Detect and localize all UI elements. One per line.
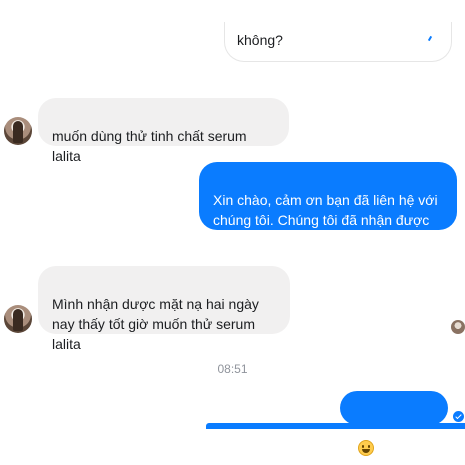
- message-bubble-outgoing[interactable]: dạ vâng ạ: [340, 391, 448, 456]
- message-timestamp: 08:51: [217, 362, 248, 376]
- customer-avatar[interactable]: [4, 117, 32, 145]
- chat-thread: không? muốn dùng thử tinh chất serum lal…: [0, 0, 465, 465]
- message-bubble-outgoing[interactable]: [206, 423, 465, 429]
- seen-by-avatar-icon: [451, 320, 465, 334]
- message-bubble-incoming[interactable]: muốn dùng thử tinh chất serum lalita: [38, 98, 289, 164]
- customer-avatar[interactable]: [4, 305, 32, 333]
- message-text: không?: [237, 32, 283, 48]
- grinning-face-icon: [358, 440, 374, 456]
- message-bubble-outgoing[interactable]: Xin chào, cảm ơn bạn đã liên hệ với chún…: [199, 162, 457, 248]
- message-text: Xin chào, cảm ơn bạn đã liên hệ với chún…: [213, 192, 438, 248]
- delivered-check-icon: [453, 411, 464, 422]
- message-text: muốn dùng thử tinh chất serum lalita: [52, 128, 247, 164]
- sent-status-icon: [427, 35, 433, 42]
- message-bubble-outgoing[interactable]: không?: [224, 22, 452, 62]
- message-text: Mình nhận dược mặt nạ hai ngày nay thấy …: [52, 296, 259, 352]
- message-bubble-incoming[interactable]: Mình nhận dược mặt nạ hai ngày nay thấy …: [38, 266, 290, 352]
